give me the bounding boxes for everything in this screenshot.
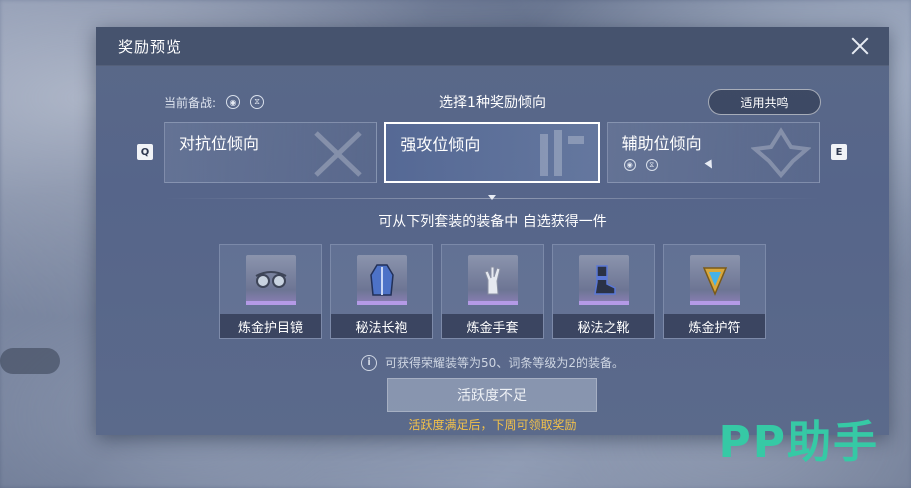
- tab-label: 对抗位倾向: [179, 134, 260, 153]
- equipment-item[interactable]: 炼金护目镜: [219, 244, 322, 339]
- amulet-icon: [690, 255, 740, 305]
- tendency-tabs: 对抗位倾向 强攻位倾向 辅助位倾向 ◉ ⧖: [164, 122, 820, 183]
- cursor-icon: [704, 159, 716, 171]
- top-row: 当前备战: ◉ ⧖ 选择1种奖励倾向 适用共鸣: [164, 89, 821, 115]
- info-icon: i: [361, 354, 378, 371]
- glove-icon: [468, 255, 518, 305]
- key-q-badge[interactable]: Q: [137, 144, 153, 160]
- support-emblem-icon: [750, 127, 811, 179]
- select-title: 选择1种奖励倾向: [439, 95, 546, 111]
- apply-resonance-button[interactable]: 适用共鸣: [708, 89, 821, 115]
- reward-preview-dialog: 奖励预览 当前备战: ◉ ⧖ 选择1种奖励倾向 适用共鸣 Q E 对抗位倾向 强…: [96, 27, 889, 435]
- prep-skill-icon-2: ⧖: [250, 95, 265, 109]
- equipment-item[interactable]: 秘法之靴: [552, 244, 655, 339]
- goggles-icon: [246, 255, 296, 305]
- tab-label: 辅助位倾向: [621, 134, 702, 153]
- equipment-name: 秘法长袍: [331, 314, 432, 338]
- info-row: i 可获得荣耀装等为50、词条等级为2的装备。: [96, 354, 889, 371]
- current-prep-label: 当前备战:: [164, 95, 217, 110]
- equipment-list: 炼金护目镜 秘法长袍 炼金手套 秘法之靴 炼金护符: [219, 244, 766, 339]
- tab-attack[interactable]: 强攻位倾向: [384, 122, 600, 183]
- support-skill-icon-2: ⧖: [645, 159, 658, 171]
- dialog-title: 奖励预览: [118, 37, 183, 56]
- activity-insufficient-button[interactable]: 活跃度不足: [387, 378, 597, 412]
- equipment-item[interactable]: 炼金手套: [441, 244, 544, 339]
- info-text: 可获得荣耀装等为50、词条等级为2的装备。: [385, 356, 624, 370]
- equipment-item[interactable]: 炼金护符: [663, 244, 766, 339]
- subtitle: 可从下列套装的装备中 自选获得一件: [378, 214, 607, 230]
- robe-icon: [357, 255, 407, 305]
- tab-label: 强攻位倾向: [400, 135, 481, 154]
- equipment-name: 炼金护目镜: [220, 314, 321, 338]
- equipment-name: 秘法之靴: [553, 314, 654, 338]
- equipment-name: 炼金手套: [442, 314, 543, 338]
- equipment-name: 炼金护符: [664, 314, 765, 338]
- attack-emblem-icon: [539, 130, 584, 176]
- tab-defense[interactable]: 对抗位倾向: [164, 122, 378, 183]
- boot-icon: [579, 255, 629, 305]
- support-skill-icon-1: ◉: [623, 159, 636, 171]
- close-icon[interactable]: [851, 37, 869, 55]
- background-pill: [0, 348, 60, 374]
- key-e-badge[interactable]: E: [831, 144, 847, 160]
- crossed-swords-icon: [314, 131, 363, 177]
- tab-support-icons: ◉ ⧖: [623, 159, 658, 171]
- tab-support[interactable]: 辅助位倾向 ◉ ⧖: [606, 122, 820, 183]
- equipment-item[interactable]: 秘法长袍: [330, 244, 433, 339]
- prep-skill-icon-1: ◉: [226, 95, 241, 109]
- watermark-logo: PP助手: [718, 417, 879, 468]
- divider-arrow-icon: [488, 195, 496, 200]
- dialog-header: 奖励预览: [96, 27, 889, 66]
